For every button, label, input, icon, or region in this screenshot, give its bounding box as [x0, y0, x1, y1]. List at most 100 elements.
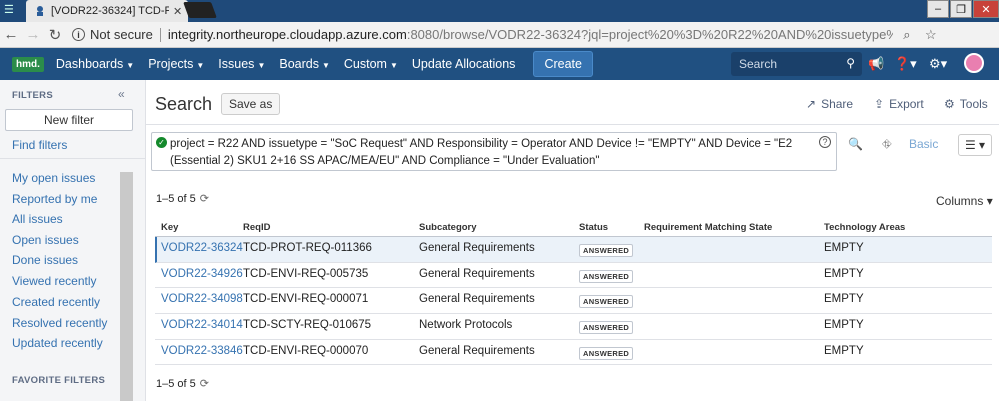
- page-title: Search: [155, 94, 213, 114]
- issue-key-link[interactable]: VODR22-34014: [161, 319, 243, 331]
- sidebar-item-open-issues[interactable]: Open issues: [12, 233, 79, 247]
- nav-boards[interactable]: Boards ▼: [279, 57, 330, 71]
- results-count-text: 1–5 of 5: [156, 193, 196, 205]
- table-row[interactable]: VODR22-33846 TCD-ENVI-REQ-000070 General…: [155, 340, 992, 366]
- gear-icon: ⚙: [944, 97, 955, 111]
- share-button[interactable]: ↗ Share: [806, 97, 853, 111]
- basic-mode-link[interactable]: Basic: [909, 137, 938, 151]
- main-content: Search Save as ↗ Share ⇪ Export ⚙ Tools ✓ p…: [146, 80, 999, 401]
- table-row[interactable]: VODR22-36324 TCD-PROT-REQ-011366 General…: [155, 237, 992, 263]
- columns-button[interactable]: Columns ▾: [936, 194, 993, 208]
- tech-areas-cell: EMPTY: [824, 319, 864, 332]
- app-header: hmd. Dashboards ▼ Projects ▼ Issues ▼ Board…: [0, 48, 999, 80]
- chevron-down-icon: ▼: [196, 61, 205, 70]
- export-icon: ⇪: [874, 97, 885, 111]
- minimize-button[interactable]: –: [927, 0, 949, 18]
- help-icon[interactable]: ❓▾: [894, 56, 917, 72]
- megaphone-icon[interactable]: 📢: [868, 56, 884, 72]
- restore-button[interactable]: ❐: [950, 0, 972, 18]
- sidebar-item-all-issues[interactable]: All issues: [12, 212, 63, 226]
- browser-tab[interactable]: [VODR22-36324] TCD-PR... ✕: [26, 0, 188, 22]
- nav-issues[interactable]: Issues ▼: [218, 57, 265, 71]
- syntax-help-icon[interactable]: ⛗: [882, 137, 892, 152]
- avatar[interactable]: [964, 53, 984, 73]
- sidebar-item-resolved-recently[interactable]: Resolved recently: [12, 316, 107, 330]
- back-icon[interactable]: ←: [0, 26, 22, 43]
- gear-icon[interactable]: ⚙▾: [929, 56, 947, 72]
- create-button[interactable]: Create: [533, 51, 593, 77]
- issue-key-link[interactable]: VODR22-34098: [161, 293, 243, 305]
- logo[interactable]: hmd.: [12, 56, 44, 72]
- tab-title: [VODR22-36324] TCD-PR...: [51, 5, 169, 17]
- issue-key-link[interactable]: VODR22-34926: [161, 268, 243, 280]
- chevron-down-icon: ▼: [321, 61, 330, 70]
- share-label: Share: [821, 97, 854, 111]
- tech-areas-cell: EMPTY: [824, 267, 864, 280]
- refresh-icon[interactable]: ⟳: [200, 193, 209, 205]
- subcategory-cell: Network Protocols: [419, 319, 513, 332]
- collapse-icon[interactable]: «: [118, 87, 125, 101]
- table-header: Key ReqID Subcategory Status Requirement…: [155, 218, 992, 237]
- nav-update-allocations[interactable]: Update Allocations: [412, 57, 516, 71]
- nav-custom[interactable]: Custom ▼: [344, 57, 398, 71]
- tools-button[interactable]: ⚙ Tools: [944, 97, 988, 111]
- col-key[interactable]: Key: [161, 222, 178, 233]
- subcategory-cell: General Requirements: [419, 293, 535, 306]
- favorite-filters-title: FAVORITE FILTERS: [12, 375, 106, 386]
- issue-key-link[interactable]: VODR22-33846: [161, 345, 243, 357]
- sidebar-item-created-recently[interactable]: Created recently: [12, 295, 100, 309]
- sidebar-item-done-issues[interactable]: Done issues: [12, 253, 78, 267]
- layout-switcher-button[interactable]: ☰ ▾: [958, 134, 992, 156]
- col-technology-areas[interactable]: Technology Areas: [824, 222, 905, 233]
- bookmark-star-icon[interactable]: ☆: [921, 27, 941, 43]
- new-tab-button[interactable]: [183, 2, 217, 18]
- save-as-button[interactable]: Save as: [221, 93, 281, 115]
- subcategory-cell: General Requirements: [419, 344, 535, 357]
- tab-close-icon[interactable]: ✕: [173, 5, 182, 18]
- export-button[interactable]: ⇪ Export: [874, 97, 924, 111]
- window-close-button[interactable]: ✕: [973, 0, 999, 18]
- url-host: integrity.northeurope.cloudapp.azure.com: [167, 27, 407, 42]
- table-row[interactable]: VODR22-34014 TCD-SCTY-REQ-010675 Network…: [155, 314, 992, 340]
- valid-check-icon: ✓: [156, 137, 167, 148]
- sidebar-item-my-open-issues[interactable]: My open issues: [12, 171, 95, 185]
- chevron-down-icon: ▼: [126, 61, 135, 70]
- col-status[interactable]: Status: [579, 222, 608, 233]
- jql-query-input[interactable]: ✓ project = R22 AND issuetype = "SoC Req…: [151, 132, 837, 171]
- jira-favicon-icon: [34, 5, 46, 17]
- forward-icon[interactable]: →: [22, 26, 44, 43]
- new-filter-button[interactable]: New filter: [5, 109, 133, 131]
- sidebar-item-reported-by-me[interactable]: Reported by me: [12, 192, 97, 206]
- table-row[interactable]: VODR22-34098 TCD-ENVI-REQ-000071 General…: [155, 288, 992, 315]
- url-field[interactable]: integrity.northeurope.cloudapp.azure.com…: [168, 27, 893, 42]
- find-filters-link[interactable]: Find filters: [12, 138, 67, 152]
- search-button[interactable]: 🔍: [848, 137, 863, 151]
- reqid-cell: TCD-SCTY-REQ-010675: [243, 319, 372, 332]
- sidebar-title: FILTERS: [12, 90, 53, 101]
- col-reqid[interactable]: ReqID: [243, 222, 270, 233]
- status-badge: ANSWERED: [579, 321, 634, 335]
- jql-text: project = R22 AND issuetype = "SoC Reque…: [170, 138, 793, 167]
- nav-dashboards[interactable]: Dashboards ▼: [56, 57, 134, 71]
- nav-dashboards-label: Dashboards: [55, 57, 124, 71]
- zoom-icon[interactable]: ⌕: [897, 27, 917, 43]
- sidebar-item-viewed-recently[interactable]: Viewed recently: [12, 274, 97, 288]
- table-row[interactable]: VODR22-34926 TCD-ENVI-REQ-005735 General…: [155, 263, 992, 289]
- issue-key-link[interactable]: VODR22-36324: [161, 242, 243, 254]
- help-icon[interactable]: ?: [819, 136, 831, 148]
- header-search-input[interactable]: Search ⚲: [731, 52, 862, 76]
- nav-issues-label: Issues: [218, 57, 255, 71]
- col-matching-state[interactable]: Requirement Matching State: [644, 222, 772, 233]
- col-subcategory[interactable]: Subcategory: [419, 222, 477, 233]
- security-indicator[interactable]: i Not secure: [72, 27, 153, 42]
- tech-areas-cell: EMPTY: [824, 344, 864, 357]
- share-icon: ↗: [806, 97, 817, 111]
- reqid-cell: TCD-ENVI-REQ-005735: [243, 267, 369, 280]
- sidebar-item-updated-recently[interactable]: Updated recently: [12, 336, 103, 350]
- refresh-icon[interactable]: ⟳: [200, 378, 209, 390]
- sidebar-scrollbar[interactable]: [120, 172, 133, 401]
- nav-projects[interactable]: Projects ▼: [148, 57, 204, 71]
- reload-icon[interactable]: ↻: [44, 26, 66, 44]
- results-count: 1–5 of 5 ⟳: [156, 192, 209, 205]
- window-menu-icon[interactable]: ☰: [4, 3, 20, 17]
